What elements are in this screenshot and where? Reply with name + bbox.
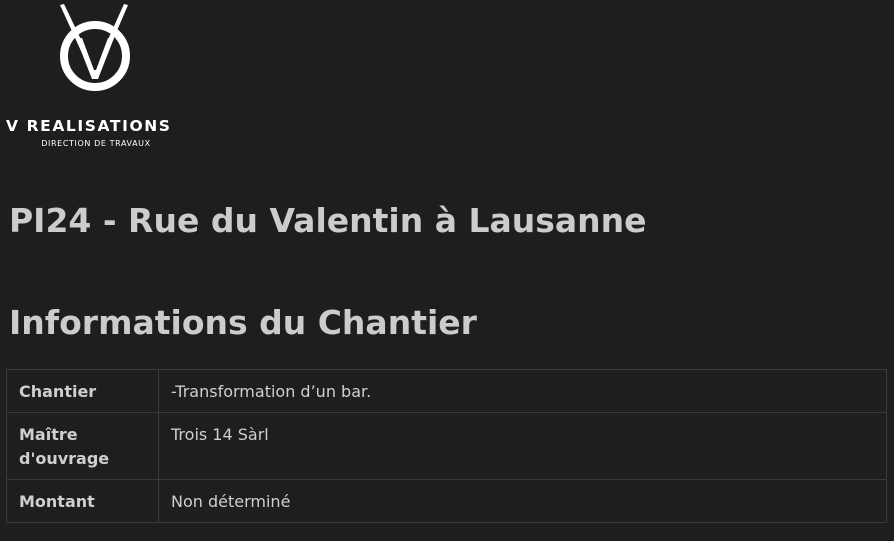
row-value: -Transformation d’un bar.: [158, 369, 887, 413]
logo-subtitle: DIRECTION DE TRAVAUX: [41, 139, 151, 148]
page-title: PI24 - Rue du Valentin à Lausanne: [9, 201, 647, 240]
project-info-table: Chantier -Transformation d’un bar. Maîtr…: [6, 369, 887, 523]
table-row: Montant Non déterminé: [6, 479, 887, 523]
row-label: Maître d'ouvrage: [6, 412, 159, 480]
row-value: Non déterminé: [158, 479, 887, 523]
table-row: Maître d'ouvrage Trois 14 Sàrl: [6, 412, 887, 480]
compass-v-logo-icon: [60, 4, 130, 91]
row-label: Chantier: [6, 369, 159, 413]
section-title: Informations du Chantier: [9, 303, 477, 342]
page: V REALISATIONS DIRECTION DE TRAVAUX PI24…: [0, 0, 894, 541]
row-value: Trois 14 Sàrl: [158, 412, 887, 480]
company-logo: V REALISATIONS DIRECTION DE TRAVAUX: [0, 0, 200, 160]
table-row: Chantier -Transformation d’un bar.: [6, 369, 887, 413]
row-label: Montant: [6, 479, 159, 523]
logo-name: V REALISATIONS: [6, 117, 172, 135]
